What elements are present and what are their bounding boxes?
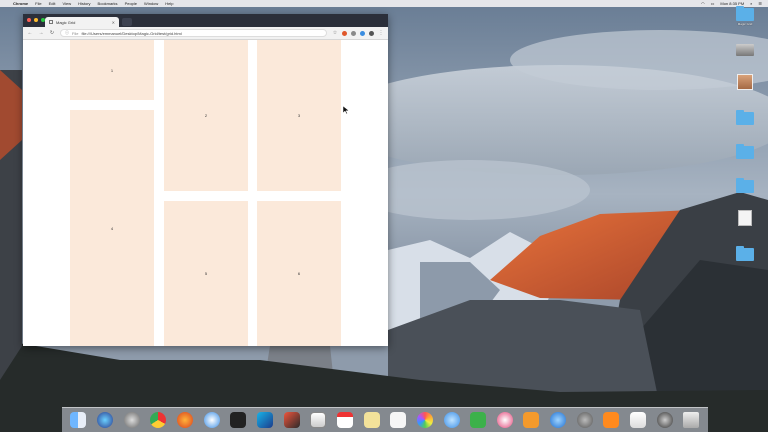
folder-icon <box>736 110 754 125</box>
extension-icon[interactable] <box>351 30 356 36</box>
spotlight-icon[interactable]: ⌕ <box>750 1 752 6</box>
siri-icon[interactable] <box>96 412 113 428</box>
browser-titlebar: Magic Grid ✕ <box>23 14 388 27</box>
grid-item: 3 <box>257 40 341 191</box>
page-viewport: 1 2 3 4 5 6 <box>23 40 388 346</box>
desktop-icon[interactable] <box>728 210 762 227</box>
launchpad-icon[interactable] <box>123 412 140 428</box>
desktop-icon[interactable] <box>728 178 762 194</box>
grid-item: 2 <box>164 40 248 191</box>
menu-item-window[interactable]: Window <box>144 1 158 6</box>
grid-item: 1 <box>70 40 154 100</box>
mouse-cursor-icon <box>343 106 349 114</box>
ibooks-icon[interactable] <box>523 412 540 428</box>
new-tab-button[interactable] <box>122 18 132 26</box>
desktop-icon[interactable] <box>728 246 762 262</box>
document-icon <box>738 210 752 226</box>
trash-icon[interactable] <box>683 412 700 428</box>
desktop-icon[interactable] <box>728 144 762 160</box>
menu-item-people[interactable]: People <box>125 1 137 6</box>
desktop-icon-label: Magic Grid <box>737 22 753 26</box>
grid-item-label: 6 <box>297 271 301 276</box>
browser-toolbar: ← → ↻ ⓘ File file:///Users/emmanuel/Desk… <box>23 27 388 40</box>
photos-icon[interactable] <box>416 412 433 428</box>
terminal-icon[interactable] <box>230 412 247 428</box>
reminders-icon[interactable] <box>390 412 407 428</box>
reload-icon[interactable]: ↻ <box>49 30 55 36</box>
disk-icon <box>736 44 754 56</box>
menu-item-edit[interactable]: Edit <box>49 1 56 6</box>
back-icon[interactable]: ← <box>27 30 33 36</box>
browser-window: Magic Grid ✕ ← → ↻ ⓘ File file:///Users/… <box>23 14 388 346</box>
menu-app-name[interactable]: Chrome <box>13 1 28 6</box>
grid-item-label: 1 <box>110 67 114 73</box>
forward-icon[interactable]: → <box>38 30 44 36</box>
grid-item-label: 4 <box>110 225 114 231</box>
url-text: file:///Users/emmanuel/Desktop/Magic-Gri… <box>81 30 182 36</box>
grid-item: 5 <box>164 201 248 346</box>
page-favicon-icon <box>49 20 53 24</box>
address-bar[interactable]: ⓘ File file:///Users/emmanuel/Desktop/Ma… <box>60 29 327 37</box>
menu-more-icon[interactable]: ⋮ <box>378 30 384 36</box>
chrome-icon[interactable] <box>150 412 167 428</box>
menu-item-help[interactable]: Help <box>165 1 173 6</box>
dock <box>62 407 708 432</box>
site-info-icon[interactable]: ⓘ <box>65 30 69 36</box>
preview-icon[interactable] <box>630 412 647 428</box>
menu-item-file[interactable]: File <box>35 1 41 6</box>
messages-icon[interactable] <box>443 412 460 428</box>
extension-icon[interactable] <box>360 30 365 36</box>
url-scheme-label: File <box>72 30 79 36</box>
battery-icon[interactable]: ▭ <box>711 1 715 6</box>
grid-item-label: 3 <box>297 113 301 118</box>
close-window-button[interactable] <box>27 18 31 22</box>
extension-icon[interactable] <box>342 30 347 36</box>
calendar-icon[interactable] <box>336 412 353 428</box>
grid-item: 6 <box>257 201 341 346</box>
menu-item-history[interactable]: History <box>78 1 90 6</box>
activity-monitor-icon[interactable] <box>310 412 327 428</box>
folder-icon <box>736 246 754 261</box>
wifi-icon[interactable]: ◠ <box>701 1 705 6</box>
tab-title: Magic Grid <box>56 19 76 25</box>
app-store-icon[interactable] <box>550 412 567 428</box>
folder-icon <box>736 6 754 21</box>
minimize-window-button[interactable] <box>34 18 38 22</box>
browser-tab[interactable]: Magic Grid ✕ <box>45 17 119 27</box>
folder-icon <box>736 144 754 159</box>
menu-bar: Chrome File Edit View History Bookmarks … <box>0 0 768 7</box>
tab-close-icon[interactable]: ✕ <box>112 20 115 25</box>
desktop-icon-magic-grid[interactable]: Magic Grid <box>728 6 762 26</box>
facetime-icon[interactable] <box>470 412 487 428</box>
menu-item-view[interactable]: View <box>62 1 71 6</box>
photo-icon <box>737 74 753 90</box>
menu-item-bookmarks[interactable]: Bookmarks <box>98 1 118 6</box>
desktop-icon[interactable] <box>728 110 762 126</box>
notification-center-icon[interactable]: ☰ <box>758 1 762 6</box>
finder-icon[interactable] <box>70 412 87 428</box>
sublime-icon[interactable] <box>603 412 620 428</box>
system-preferences-icon[interactable] <box>576 412 593 428</box>
grid-item-label: 5 <box>204 271 208 276</box>
intellij-icon[interactable] <box>283 412 300 428</box>
folder-icon <box>736 178 754 193</box>
desktop-icon[interactable] <box>728 74 762 91</box>
quicktime-icon[interactable] <box>656 412 673 428</box>
zoom-window-button[interactable] <box>41 18 45 22</box>
desktop-icon[interactable] <box>728 44 762 57</box>
grid-item-label: 2 <box>204 113 208 118</box>
extension-icon[interactable] <box>369 30 374 36</box>
safari-icon[interactable] <box>203 412 220 428</box>
webstorm-icon[interactable] <box>256 412 273 428</box>
notes-icon[interactable] <box>363 412 380 428</box>
bookmark-star-icon[interactable]: ☆ <box>332 30 338 36</box>
grid-item: 4 <box>70 110 154 346</box>
firefox-icon[interactable] <box>176 412 193 428</box>
itunes-icon[interactable] <box>496 412 513 428</box>
